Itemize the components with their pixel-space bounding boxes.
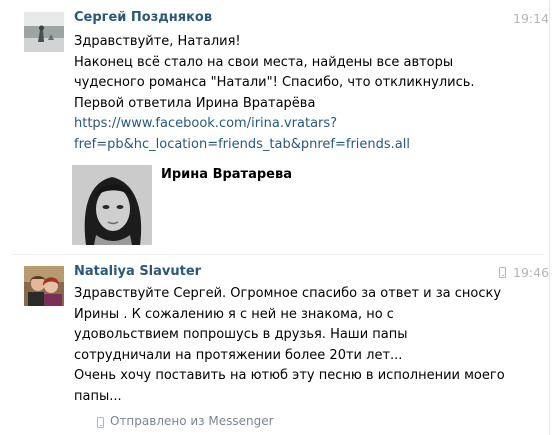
author-name[interactable]: Nataliya Slavuter — [74, 264, 201, 279]
message-line: Здравствуйте Сергей. Огромное спасибо за… — [74, 286, 502, 301]
facebook-link-continued[interactable]: fref=pb&hc_location=friends_tab&pnref=fr… — [74, 135, 475, 156]
shared-profile-card[interactable]: Ирина Вратарева — [72, 165, 372, 245]
shared-profile-name[interactable]: Ирина Вратарева — [161, 167, 292, 182]
message-line: Очень хочу поставить на ютюб эту песню в… — [74, 368, 505, 383]
facebook-link[interactable]: https://www.facebook.com/irina.vratars? — [74, 114, 475, 135]
avatar-sergey[interactable] — [24, 12, 64, 52]
message-time[interactable]: 19:14 — [513, 11, 549, 26]
message-divider — [12, 254, 544, 255]
message-line: Наконец всё стало на свои места, найдены… — [74, 54, 454, 70]
message-line: чудесного романса "Натали"! Спасибо, что… — [74, 75, 475, 90]
shared-profile-photo[interactable] — [72, 165, 152, 245]
sent-from-label[interactable]: Отправлено из Messenger — [110, 414, 274, 428]
message-body: Здравствуйте Сергей. Огромное спасибо за… — [74, 284, 505, 407]
message-line: Здравствуйте, Наталия! — [74, 34, 241, 49]
avatar-nataliya[interactable] — [24, 266, 64, 306]
message-line: Ирины . К сожалению я с ней не знакома, … — [74, 306, 394, 322]
mobile-phone-icon — [499, 267, 506, 278]
message-line: папы... — [74, 388, 122, 404]
message-time[interactable]: 19:46 — [513, 265, 549, 280]
message-line: сотрудничали на протяжении более 20ти ле… — [74, 347, 403, 363]
author-name[interactable]: Сергей Поздняков — [74, 10, 212, 25]
scrollbar[interactable] — [549, 0, 556, 435]
message-line: Первой ответила Ирина Вратарёва — [74, 95, 316, 111]
message-line: удовольствием попрошусь в друзья. Наши п… — [74, 327, 408, 342]
message-body: Здравствуйте, Наталия! Наконец всё стало… — [74, 32, 475, 155]
mobile-phone-icon — [97, 417, 104, 428]
